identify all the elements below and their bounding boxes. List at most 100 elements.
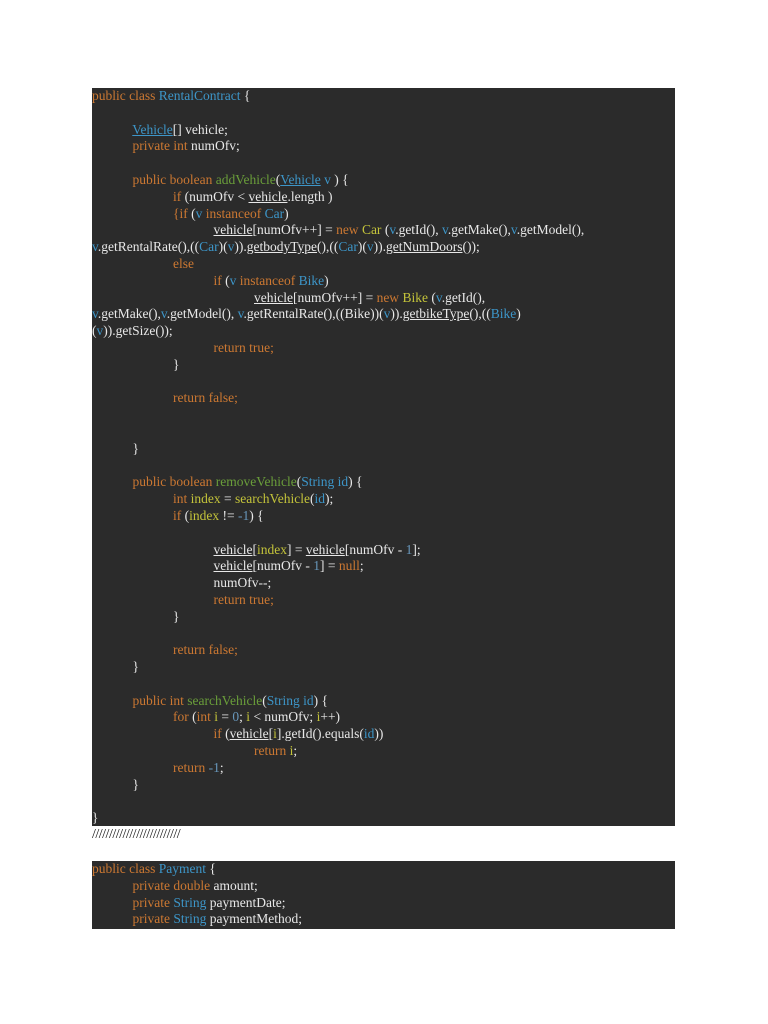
code-token: 1 bbox=[313, 558, 320, 574]
code-token: ) bbox=[324, 272, 329, 288]
code-token: .length ) bbox=[287, 188, 333, 204]
code-line: return true; bbox=[92, 592, 675, 609]
code-token: [numOfv++] = bbox=[252, 222, 337, 238]
code-token: vehicle bbox=[305, 541, 345, 557]
code-token: Car bbox=[338, 239, 358, 255]
code-line: vehicle[index] = vehicle[numOfv - 1]; bbox=[92, 542, 675, 559]
code-line: v.getRentalRate(),((Car)(v)).getbodyType… bbox=[92, 239, 675, 256]
code-token: < numOfv; bbox=[250, 709, 317, 725]
code-token: vehicle bbox=[248, 188, 288, 204]
code-token: } bbox=[92, 810, 99, 826]
code-token: index bbox=[256, 541, 287, 557]
code-token: getbodyType bbox=[246, 239, 318, 255]
code-token: } bbox=[92, 776, 139, 792]
code-token: int bbox=[196, 709, 215, 725]
code-token: ] = bbox=[319, 558, 339, 574]
code-line: } bbox=[92, 357, 675, 374]
code-token: addVehicle bbox=[215, 171, 276, 187]
code-token: return bbox=[92, 743, 290, 759]
code-token: public boolean bbox=[92, 474, 216, 490]
code-token: (numOfv < bbox=[184, 188, 249, 204]
code-token: )). bbox=[373, 239, 386, 255]
code-token: )). bbox=[234, 239, 247, 255]
code-token: ++) bbox=[320, 709, 341, 725]
code-token: [numOfv - bbox=[344, 541, 406, 557]
code-line: if (v instanceof Bike) bbox=[92, 273, 675, 290]
code-token: ) { bbox=[348, 474, 363, 490]
code-token: if bbox=[92, 507, 185, 523]
separator-line: ////////////////////////// bbox=[92, 827, 181, 842]
code-token: return false; bbox=[92, 390, 238, 406]
code-line: } bbox=[92, 609, 675, 626]
code-line: if (index != -1) { bbox=[92, 508, 675, 525]
code-line: } bbox=[92, 441, 675, 458]
code-token: vehicle bbox=[213, 541, 253, 557]
code-line: private int numOfv; bbox=[92, 138, 675, 155]
code-line: private String paymentMethod; bbox=[92, 911, 675, 928]
code-token: index bbox=[189, 507, 220, 523]
code-token: numOfv; bbox=[190, 138, 240, 154]
code-token: ( bbox=[427, 289, 436, 305]
code-block-rental-contract: public class RentalContract { Vehicle[] … bbox=[92, 88, 675, 826]
code-token: .getId(), bbox=[395, 222, 443, 238]
code-token: else bbox=[92, 255, 194, 271]
code-token: id bbox=[363, 726, 375, 742]
code-line: else bbox=[92, 256, 675, 273]
code-token: instanceof bbox=[239, 272, 299, 288]
code-token: public class bbox=[92, 88, 159, 103]
code-token: String bbox=[173, 911, 210, 927]
code-token: Bike bbox=[490, 306, 517, 322]
code-line: vehicle[numOfv++] = new Car (v.getId(), … bbox=[92, 222, 675, 239]
code-line: if (numOfv < vehicle.length ) bbox=[92, 189, 675, 206]
code-token: vehicle bbox=[213, 558, 253, 574]
code-token: public class bbox=[92, 861, 159, 876]
code-token: = bbox=[220, 491, 236, 507]
code-token: )) bbox=[374, 726, 384, 742]
code-line: {if (v instanceof Car) bbox=[92, 206, 675, 223]
code-line: public boolean addVehicle(Vehicle v ) { bbox=[92, 172, 675, 189]
code-token: return true; bbox=[92, 339, 274, 355]
code-token: ); bbox=[325, 491, 334, 507]
code-line: return false; bbox=[92, 642, 675, 659]
code-token: String bbox=[301, 474, 338, 490]
code-token: .getRentalRate(),((Bike))( bbox=[243, 306, 384, 322]
code-token: String bbox=[173, 894, 210, 910]
code-line: return true; bbox=[92, 340, 675, 357]
code-token: vehicle bbox=[254, 289, 293, 305]
code-token: v bbox=[229, 272, 240, 288]
code-token: amount; bbox=[213, 877, 258, 893]
code-token: != bbox=[219, 507, 238, 523]
code-token: v bbox=[320, 171, 331, 187]
code-line: for (int i = 0; i < numOfv; i++) bbox=[92, 709, 675, 726]
code-token: getNumDoors bbox=[386, 239, 463, 255]
code-line: vehicle[numOfv - 1] = null; bbox=[92, 558, 675, 575]
code-token: vehicle bbox=[213, 222, 253, 238]
code-line: return false; bbox=[92, 390, 675, 407]
code-token: .getModel(), bbox=[516, 222, 585, 238]
code-token: int bbox=[92, 491, 191, 507]
code-token: [] vehicle; bbox=[172, 121, 228, 137]
code-token: = bbox=[218, 709, 233, 725]
code-token: ) bbox=[284, 205, 289, 221]
code-token: ; bbox=[359, 558, 364, 574]
code-token: ; bbox=[293, 743, 298, 759]
code-token: Car bbox=[199, 239, 219, 255]
code-token: ; bbox=[219, 759, 224, 775]
code-token: searchVehicle bbox=[187, 692, 263, 708]
code-line: public int searchVehicle(String id) { bbox=[92, 693, 675, 710]
code-token: Payment bbox=[158, 861, 206, 876]
code-token: return true; bbox=[92, 591, 274, 607]
code-token: .getMake(), bbox=[447, 222, 511, 238]
code-token: )( bbox=[357, 239, 367, 255]
code-token: if bbox=[92, 272, 226, 288]
code-token: private int bbox=[92, 138, 191, 154]
code-line: public class RentalContract { bbox=[92, 88, 675, 105]
